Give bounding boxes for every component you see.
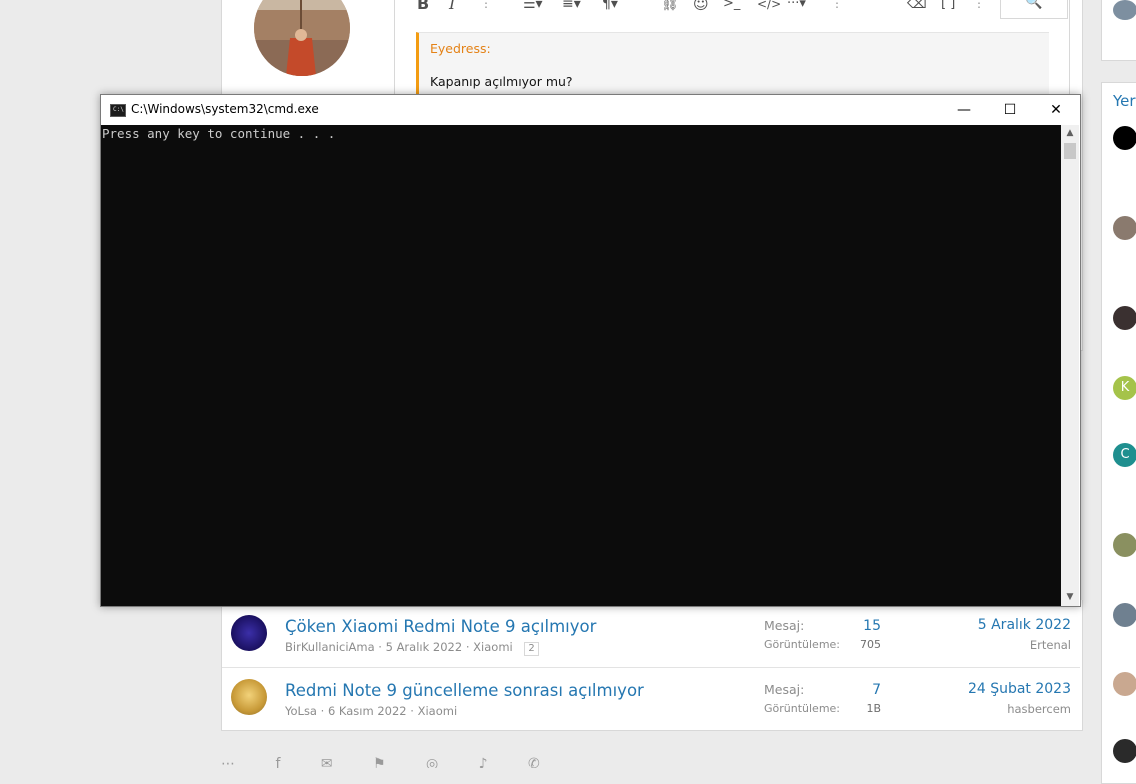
replies-count: 15 bbox=[863, 618, 881, 634]
emoji-icon[interactable]: ☺ bbox=[693, 0, 709, 14]
thread-author[interactable]: YoLsa bbox=[285, 704, 317, 718]
eraser-icon[interactable]: ⌫ bbox=[907, 0, 927, 14]
last-post-user[interactable]: hasbercem bbox=[1007, 702, 1071, 716]
sidebar-heading[interactable]: Yer bbox=[1113, 92, 1136, 110]
thread-author[interactable]: BirKullaniciAma bbox=[285, 640, 375, 654]
avatar[interactable] bbox=[1113, 739, 1136, 763]
last-post-date[interactable]: 5 Aralık 2022 bbox=[978, 617, 1071, 633]
cmd-window[interactable]: C:\ C:\Windows\system32\cmd.exe — ☐ ✕ Pr… bbox=[100, 94, 1081, 607]
scrollbar[interactable]: ▲ ▼ bbox=[1061, 125, 1079, 606]
sidebar-card-top bbox=[1101, 0, 1136, 61]
console-output[interactable]: Press any key to continue . . . bbox=[101, 125, 1061, 606]
cmd-titlebar[interactable]: C:\ C:\Windows\system32\cmd.exe — ☐ ✕ bbox=[101, 95, 1080, 125]
terminal-icon[interactable]: >_ bbox=[723, 0, 740, 14]
replies-label: Mesaj: bbox=[764, 682, 805, 697]
console-text: Press any key to continue . . . bbox=[102, 126, 336, 141]
views-label: Görüntüleme: bbox=[764, 638, 841, 651]
views-label: Görüntüleme: bbox=[764, 702, 841, 715]
row-divider bbox=[222, 667, 1080, 668]
avatar[interactable] bbox=[1113, 126, 1136, 150]
link-icon[interactable]: ⛓ bbox=[661, 0, 679, 14]
views-count: 705 bbox=[860, 638, 881, 651]
cmd-icon[interactable]: C:\ bbox=[110, 104, 126, 117]
window-title: C:\Windows\system32\cmd.exe bbox=[131, 102, 319, 116]
scroll-thumb[interactable] bbox=[1064, 143, 1076, 159]
close-button[interactable]: ✕ bbox=[1033, 95, 1079, 125]
thread-date[interactable]: 5 Aralık 2022 bbox=[386, 640, 463, 654]
last-post-date[interactable]: 24 Şubat 2023 bbox=[968, 681, 1071, 697]
thread-forum[interactable]: Xiaomi bbox=[418, 704, 458, 718]
share-icons[interactable]: ⋯ f ✉ ⚑ ◎ ♪ ✆ ✉ ⛓ bbox=[221, 756, 561, 768]
replies-label: Mesaj: bbox=[764, 618, 805, 633]
quote-author[interactable]: Eyedress: bbox=[430, 41, 491, 56]
page-link[interactable]: 2 bbox=[524, 642, 539, 656]
more-icon[interactable]: ⋮ bbox=[480, 0, 493, 10]
thread-title[interactable]: Çöken Xiaomi Redmi Note 9 açılmıyor bbox=[285, 617, 596, 636]
minimize-button[interactable]: — bbox=[941, 95, 987, 125]
brackets-icon[interactable]: [ ] bbox=[941, 0, 955, 14]
align-icon[interactable]: ≡▾ bbox=[562, 0, 581, 14]
avatar[interactable] bbox=[1113, 216, 1136, 240]
more-icon[interactable]: ⋮ bbox=[831, 0, 844, 10]
replies-count: 7 bbox=[872, 682, 881, 698]
thread-forum[interactable]: Xiaomi bbox=[473, 640, 513, 654]
last-post-user[interactable]: Ertenal bbox=[1030, 638, 1071, 652]
more-icon[interactable]: ⋮ bbox=[973, 0, 986, 10]
avatar[interactable] bbox=[1113, 0, 1136, 20]
thread-meta: BirKullaniciAma · 5 Aralık 2022 · Xiaomi… bbox=[285, 640, 539, 656]
avatar[interactable] bbox=[1113, 306, 1136, 330]
thread-date[interactable]: 6 Kasım 2022 bbox=[328, 704, 407, 718]
paragraph-icon[interactable]: ¶▾ bbox=[602, 0, 618, 14]
avatar[interactable] bbox=[1113, 603, 1136, 627]
preview-icon: 🔍 bbox=[1025, 0, 1043, 10]
views-count: 1B bbox=[866, 702, 881, 715]
thread-meta: YoLsa · 6 Kasım 2022 · Xiaomi bbox=[285, 704, 458, 718]
avatar[interactable] bbox=[1113, 533, 1136, 557]
thread-author-avatar[interactable] bbox=[231, 615, 267, 651]
code-icon[interactable]: </> bbox=[757, 0, 781, 14]
thread-author-avatar[interactable] bbox=[231, 679, 267, 715]
scroll-up-icon[interactable]: ▲ bbox=[1061, 125, 1079, 142]
bold-icon[interactable]: B bbox=[417, 0, 429, 14]
preview-tab[interactable]: 🔍 bbox=[1000, 0, 1068, 19]
italic-icon[interactable]: I bbox=[449, 0, 455, 14]
maximize-button[interactable]: ☐ bbox=[987, 95, 1033, 125]
avatar[interactable] bbox=[1113, 672, 1136, 696]
ellipsis-icon[interactable]: ···▾ bbox=[787, 0, 806, 14]
list-icon[interactable]: ☰▾ bbox=[523, 0, 543, 14]
thread-title[interactable]: Redmi Note 9 güncelleme sonrası açılmıyo… bbox=[285, 681, 644, 700]
avatar-letter[interactable]: K bbox=[1113, 376, 1136, 400]
editor-toolbar: B I ⋮ ☰▾ ≡▾ ¶▾ ⛓ ☺ >_ </> ···▾ ⋮ ⌫ [ ] ⋮ bbox=[405, 0, 1065, 18]
quote-text: Kapanıp açılmıyor mu? bbox=[430, 74, 573, 89]
scroll-down-icon[interactable]: ▼ bbox=[1061, 589, 1079, 606]
avatar-letter[interactable]: C bbox=[1113, 443, 1136, 467]
cmd-icon-text: C:\ bbox=[113, 106, 124, 113]
